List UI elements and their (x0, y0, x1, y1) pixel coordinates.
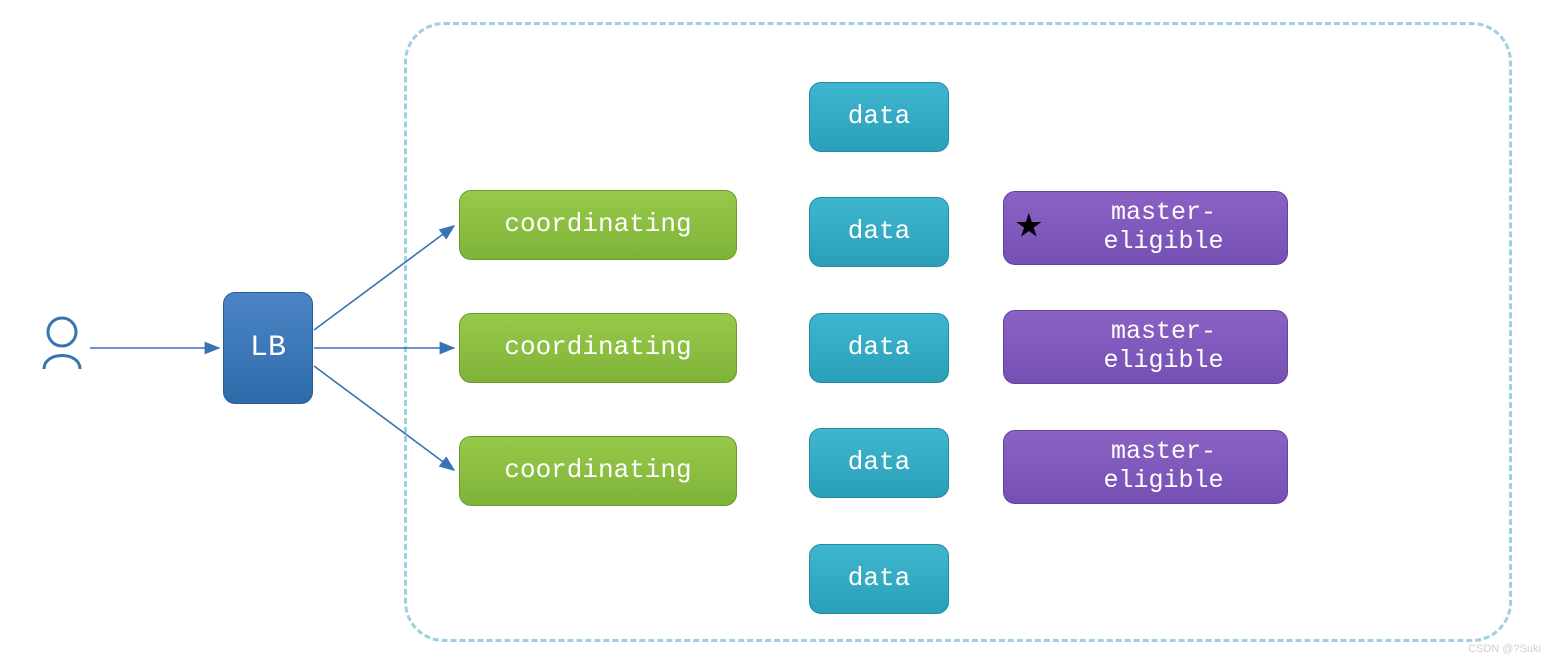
data-node: data (809, 544, 949, 614)
master-eligible-node: master- eligible (1003, 430, 1288, 504)
data-node: data (809, 197, 949, 267)
coordinating-label: coordinating (504, 333, 691, 363)
lb-label: LB (250, 331, 286, 366)
coordinating-node: coordinating (459, 313, 737, 383)
coordinating-node: coordinating (459, 190, 737, 260)
star-icon: ★ (1015, 202, 1043, 248)
lb-node: LB (223, 292, 313, 404)
watermark: CSDN @?Suki (1468, 643, 1541, 655)
data-node: data (809, 428, 949, 498)
data-label: data (848, 333, 910, 363)
coordinating-label: coordinating (504, 210, 691, 240)
data-label: data (848, 102, 910, 132)
master-eligible-node: master- eligible (1003, 191, 1288, 265)
data-node: data (809, 82, 949, 152)
data-label: data (848, 564, 910, 594)
master-label: master- eligible (1103, 438, 1223, 496)
master-label: master- eligible (1103, 318, 1223, 376)
master-eligible-node: master- eligible (1003, 310, 1288, 384)
coordinating-label: coordinating (504, 456, 691, 486)
data-node: data (809, 313, 949, 383)
master-label: master- eligible (1103, 199, 1223, 257)
data-label: data (848, 448, 910, 478)
coordinating-node: coordinating (459, 436, 737, 506)
user-icon (36, 315, 88, 376)
diagram-canvas: LB coordinating coordinating coordinatin… (0, 0, 1547, 659)
data-label: data (848, 217, 910, 247)
